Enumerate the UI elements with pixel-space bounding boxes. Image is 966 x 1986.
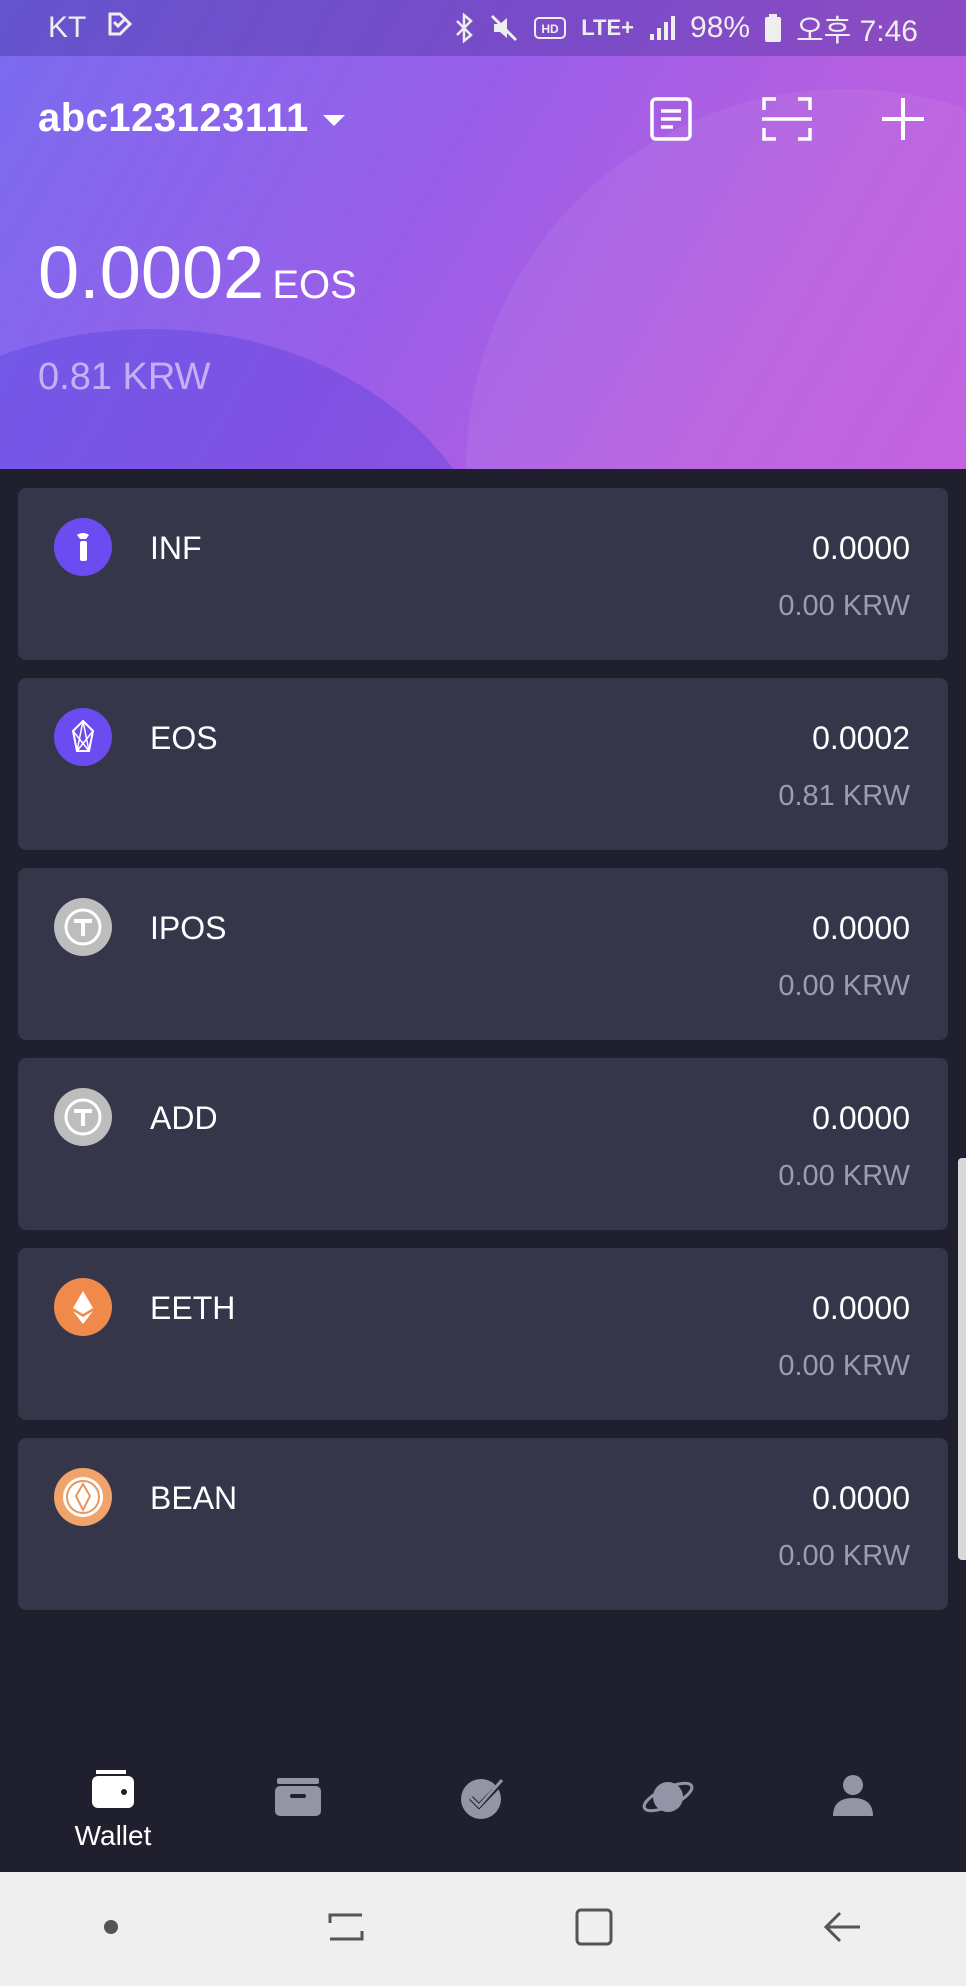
chevron-down-icon (322, 115, 345, 126)
mute-icon (489, 13, 519, 43)
home-button[interactable] (573, 1906, 615, 1953)
status-bar: KT HD LTE+ 98% 오후 7:46 (0, 0, 966, 56)
token-card-add[interactable]: ADD 0.0000 0.00 KRW (18, 1058, 948, 1230)
nav-wallet-label: Wallet (74, 1820, 152, 1851)
fiat-balance: 0.81 KRW (38, 356, 211, 398)
scrollbar[interactable] (958, 1158, 966, 1560)
nav-wallet[interactable]: Wallet (40, 1740, 186, 1872)
token-amount: 0.0000 (812, 1480, 910, 1516)
user-icon (833, 1775, 873, 1816)
back-arrow-icon (823, 1911, 860, 1942)
add-token-button[interactable] (878, 94, 928, 144)
token-name: EETH (150, 1290, 236, 1326)
token-card-inf[interactable]: INF 0.0000 0.00 KRW (18, 488, 948, 660)
bottom-navigation: Wallet (0, 1740, 966, 1872)
eeth-token-icon (54, 1278, 112, 1336)
clock: 오후 7:46 (796, 15, 918, 48)
token-fiat-value: 0.81 KRW (778, 780, 910, 812)
token-card-eeth[interactable]: EETH 0.0000 0.00 KRW (18, 1248, 948, 1420)
notification-icon (106, 10, 134, 46)
token-amount: 0.0000 (812, 1290, 910, 1326)
generic-token-icon (54, 1088, 112, 1146)
bluetooth-icon (453, 13, 475, 43)
account-selector[interactable]: abc123123111 (38, 96, 345, 141)
balance-value: 0.0002 (38, 231, 265, 314)
header-decoration (466, 89, 966, 469)
nav-tasks[interactable] (410, 1740, 556, 1872)
token-fiat-value: 0.00 KRW (778, 1540, 910, 1572)
system-navigation-bar (0, 1872, 966, 1986)
svg-text:HD: HD (542, 22, 560, 36)
token-amount: 0.0000 (812, 530, 910, 566)
balance-unit: EOS (272, 263, 357, 307)
nav-discover[interactable] (595, 1740, 741, 1872)
home-icon (575, 1908, 612, 1945)
token-fiat-value: 0.00 KRW (778, 590, 910, 622)
header-actions (646, 94, 928, 144)
document-icon (650, 97, 692, 141)
token-amount: 0.0000 (812, 910, 910, 946)
token-list: INF 0.0000 0.00 KRW EOS 0.0002 0.81 KRW … (18, 488, 948, 1628)
token-amount: 0.0002 (812, 720, 910, 756)
account-name: abc123123111 (38, 96, 309, 140)
network-type: LTE+ (581, 15, 635, 40)
check-circle-icon (461, 1778, 506, 1819)
archive-icon (275, 1778, 321, 1816)
token-fiat-value: 0.00 KRW (778, 1350, 910, 1382)
back-button[interactable] (820, 1907, 864, 1952)
transaction-history-button[interactable] (646, 94, 696, 144)
token-name: BEAN (150, 1480, 238, 1516)
token-name: IPOS (150, 910, 227, 946)
inf-token-icon (54, 518, 112, 576)
scan-button[interactable] (762, 94, 812, 144)
scan-icon (762, 97, 812, 141)
token-fiat-value: 0.00 KRW (778, 1160, 910, 1192)
battery-icon (764, 13, 782, 43)
nav-profile[interactable] (780, 1740, 926, 1872)
hd-icon: HD (533, 14, 567, 42)
token-amount: 0.0000 (812, 1100, 910, 1136)
battery-percent: 98% (690, 11, 751, 44)
wallet-icon (92, 1770, 134, 1808)
signal-icon (648, 14, 676, 42)
dot-icon (103, 1919, 119, 1940)
generic-token-icon (54, 898, 112, 956)
wallet-header: KT HD LTE+ 98% 오후 7:46 abc123123111 0.00… (0, 0, 966, 469)
token-name: INF (150, 530, 202, 566)
token-card-bean[interactable]: BEAN 0.0000 0.00 KRW (18, 1438, 948, 1610)
planet-icon (642, 1781, 694, 1813)
carrier-label: KT (48, 11, 87, 44)
recent-apps-icon (328, 1913, 363, 1940)
token-name: ADD (150, 1100, 218, 1136)
token-card-eos[interactable]: EOS 0.0002 0.81 KRW (18, 678, 948, 850)
bean-token-icon (54, 1468, 112, 1526)
nav-vault[interactable] (225, 1740, 371, 1872)
token-fiat-value: 0.00 KRW (778, 970, 910, 1002)
total-balance: 0.0002 EOS (38, 230, 357, 315)
recent-apps-button[interactable] (324, 1907, 368, 1952)
eos-token-icon (54, 708, 112, 766)
token-name: EOS (150, 720, 218, 756)
header-decoration (0, 329, 500, 469)
plus-icon (882, 98, 924, 140)
token-card-ipos[interactable]: IPOS 0.0000 0.00 KRW (18, 868, 948, 1040)
